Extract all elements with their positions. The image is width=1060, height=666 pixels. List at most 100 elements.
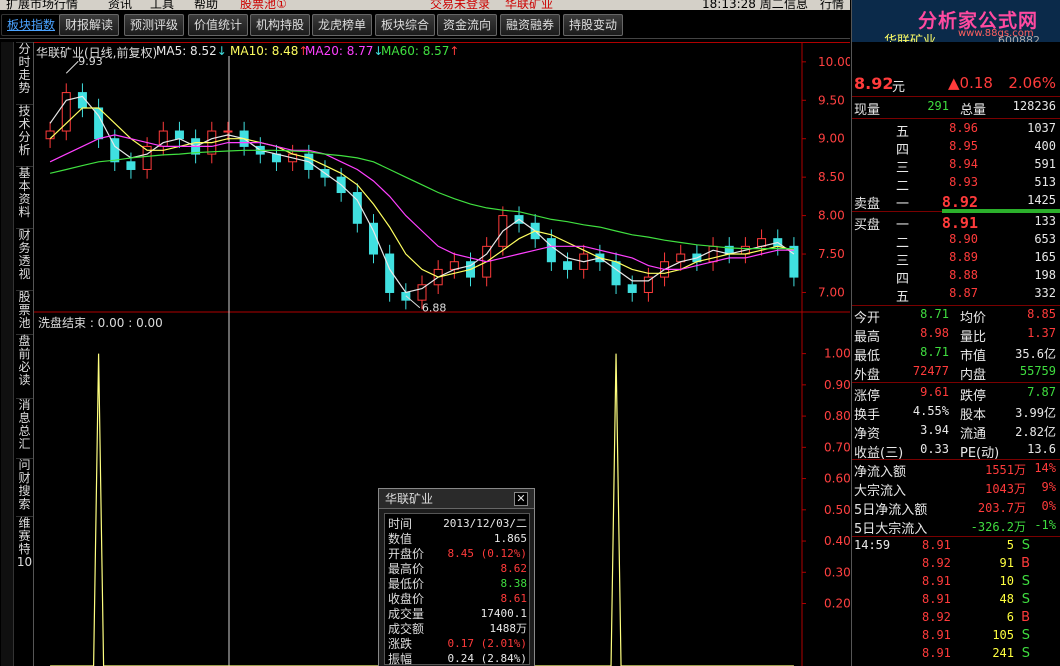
- menu-item-help[interactable]: 帮助: [194, 0, 218, 10]
- stat-value: 3.94: [920, 423, 949, 437]
- popup-close-button[interactable]: ✕: [514, 492, 528, 506]
- candle-body: [174, 130, 184, 140]
- tab-sector-summary[interactable]: 板块综合: [375, 14, 436, 36]
- menu-item-market[interactable]: 扩展市场行情: [6, 0, 78, 10]
- flow-label: 净流入额: [854, 465, 907, 480]
- sell-price: 8.95: [949, 139, 978, 153]
- buy-volume: 165: [1034, 250, 1056, 264]
- tick-volume: 241: [992, 646, 1014, 660]
- popup-row: 开盘价 8.45 (0.12%): [385, 546, 531, 562]
- menu-item-stock-pool[interactable]: 股票池①: [240, 0, 287, 10]
- sell-volume: 1037: [1027, 121, 1056, 135]
- popup-row: 涨跌 0.17 (2.01%): [385, 636, 531, 652]
- side-tab-premarket[interactable]: 盘前必读: [16, 334, 33, 387]
- indicator-y-tick-label: 0.80: [824, 409, 850, 423]
- price-change: ▲0.18: [948, 74, 993, 92]
- sell-level-label: 一: [896, 197, 910, 212]
- toolbar: 板块指数 财报解读 预测评级 价值统计 机构持股 龙虎榜单 板块综合 资金流向 …: [0, 11, 850, 39]
- indicator-y-tick-label: 0.50: [824, 503, 850, 517]
- tab-sector-index[interactable]: 板块指数: [1, 14, 62, 36]
- side-tab-search[interactable]: 问财搜索: [16, 458, 33, 511]
- popup-row-value: 1488万: [489, 622, 528, 635]
- popup-row-label: 成交额: [388, 622, 425, 636]
- popup-row-label: 收盘价: [388, 592, 425, 606]
- menu-item-tools[interactable]: 工具: [150, 0, 174, 10]
- candle-body: [45, 130, 55, 140]
- side-scrollbar[interactable]: [1, 42, 14, 666]
- buy-volume: 133: [1034, 214, 1056, 228]
- side-tab-finance[interactable]: 财务透视: [16, 228, 33, 281]
- tab-value-stats[interactable]: 价值统计: [188, 14, 249, 36]
- y-tick-label: 8.50: [818, 170, 845, 184]
- tick-volume: 5: [1006, 538, 1014, 552]
- sell-price: 8.94: [949, 157, 978, 171]
- divider-stats: [852, 305, 1060, 306]
- tick-price: 8.91: [922, 538, 951, 552]
- stat-label: 外盘: [854, 368, 881, 383]
- buy-price: 8.89: [949, 250, 978, 264]
- ma-line-ma5: [49, 95, 795, 294]
- menu-item-news[interactable]: 资讯: [108, 0, 132, 10]
- candle-body: [223, 130, 233, 133]
- flow-value: 203.7万: [977, 501, 1026, 515]
- popup-row: 最低价 8.38: [385, 576, 531, 592]
- label-total-volume: 总量: [960, 103, 987, 118]
- tick-price: 8.91: [922, 592, 951, 606]
- tick-volume: 91: [999, 556, 1014, 570]
- y-tick-label: 7.50: [818, 247, 845, 261]
- ma60-label: MA60: 8.57↑: [381, 44, 460, 58]
- price-change-pct: 2.06%: [1008, 74, 1056, 92]
- tab-forecast-rating[interactable]: 预测评级: [124, 14, 185, 36]
- popup-row: 成交量 17400.1: [385, 606, 531, 622]
- stat-label: 今开: [854, 311, 881, 326]
- flow-pct: 9%: [1041, 480, 1056, 494]
- stat-label: 股本: [960, 408, 987, 423]
- tab-holding-change[interactable]: 持股变动: [563, 14, 624, 36]
- sell-price: 8.93: [949, 175, 978, 189]
- flow-label: 5日大宗流入: [854, 522, 928, 537]
- popup-row: 数值 1.865: [385, 531, 531, 547]
- divider-stats2: [852, 382, 1060, 383]
- divider-volume: [852, 118, 1060, 119]
- info-button[interactable]: 信息: [784, 0, 808, 10]
- tick-direction: B: [1021, 556, 1030, 571]
- buy-volume: 198: [1034, 268, 1056, 282]
- stat-value: 13.6: [1027, 442, 1056, 456]
- quote-panel: 分析家公式网 www.88gs.com 华联矿业 600882 8.92 元 ▲0.…: [851, 0, 1060, 666]
- tab-margin-trading[interactable]: 融资融券: [500, 14, 561, 36]
- stock-name: 华联矿业: [884, 34, 937, 42]
- side-tab-profile[interactable]: 基本资料: [16, 166, 33, 219]
- flow-label: 5日净流入额: [854, 503, 928, 518]
- label-sell-side: 卖盘: [854, 197, 881, 212]
- data-popup[interactable]: 华联矿业 ✕ 时间 2013/12/03/二 数值 1.865 开盘价 8.45 (0.1…: [378, 488, 535, 666]
- popup-row: 最高价 8.62: [385, 561, 531, 577]
- stat-value: 4.55%: [912, 404, 949, 418]
- side-tab-stock-pool[interactable]: 股票池: [16, 290, 33, 330]
- candle-body: [611, 261, 621, 286]
- buy-level-label: 二: [896, 236, 910, 251]
- stat-label: 流通: [960, 427, 987, 442]
- indicator-y-tick-label: 0.60: [824, 472, 850, 486]
- side-tabs: 分时走势 技术分析 基本资料 财务透视 股票池 盘前必读 消息总汇 问财搜索 维…: [0, 42, 34, 666]
- low-marker-label: 6.88: [422, 302, 447, 315]
- side-tab-visit[interactable]: 维赛特10: [16, 516, 33, 569]
- stat-value: 2.82亿: [1015, 425, 1056, 439]
- stat-value: 35.6亿: [1015, 347, 1056, 361]
- popup-row-label: 时间: [388, 517, 413, 531]
- buy-level-label: 三: [896, 254, 910, 269]
- popup-row-value: 8.38: [500, 577, 528, 590]
- tab-institution-holdings[interactable]: 机构持股: [250, 14, 311, 36]
- indicator-title: 洗盘结束 : 0.00 : 0.00: [38, 316, 163, 330]
- quote-button[interactable]: 行情: [820, 0, 844, 10]
- candle-body: [563, 261, 573, 270]
- tab-fund-flow[interactable]: 资金流向: [437, 14, 498, 36]
- tab-dragon-tiger[interactable]: 龙虎榜单: [312, 14, 373, 36]
- ma10-label: MA10: 8.48↑: [230, 44, 309, 58]
- y-tick-label: 9.50: [818, 93, 845, 107]
- tab-financial-report[interactable]: 财报解读: [59, 14, 120, 36]
- tick-direction: S: [1021, 574, 1030, 589]
- side-tab-technical[interactable]: 技术分析: [16, 104, 33, 157]
- stat-value: 8.98: [920, 326, 949, 340]
- side-tab-news[interactable]: 消息总汇: [16, 398, 33, 451]
- side-tab-intraday[interactable]: 分时走势: [16, 42, 33, 95]
